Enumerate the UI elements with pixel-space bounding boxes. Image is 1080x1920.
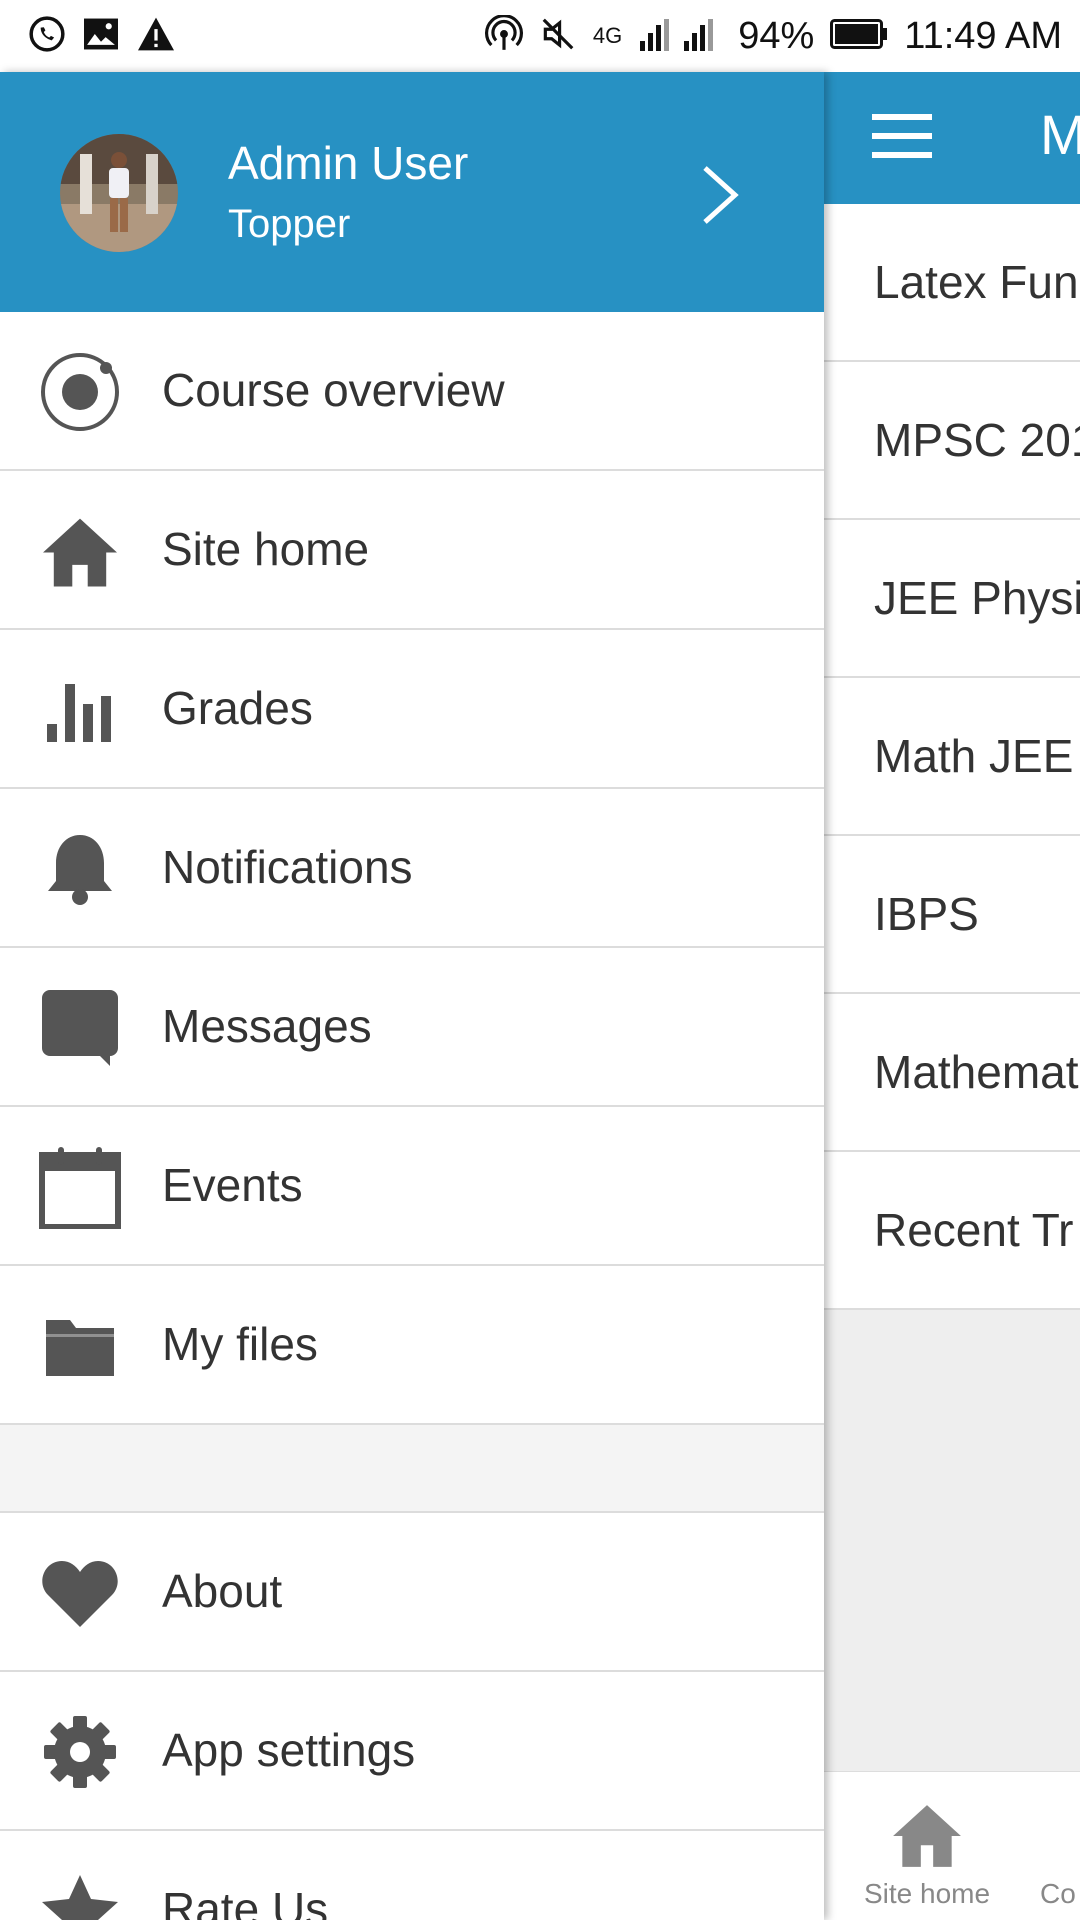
course-item[interactable]: Recent Tr <box>824 1152 1080 1310</box>
course-item[interactable]: MPSC 201 <box>824 362 1080 520</box>
menu-label: Messages <box>162 1000 372 1052</box>
menu-label: Site home <box>162 523 370 575</box>
course-item[interactable]: JEE Physi <box>824 520 1080 678</box>
menu-item-course-overview[interactable]: Course overview <box>0 312 824 471</box>
course-item[interactable]: Mathemat <box>824 994 1080 1152</box>
menu-item-site-home[interactable]: Site home <box>0 471 824 630</box>
home-icon <box>890 1801 964 1878</box>
menu-item-events[interactable]: Events <box>0 1107 824 1266</box>
chevron-right-icon[interactable] <box>700 164 742 231</box>
folder-icon <box>38 1304 122 1388</box>
signal-icon <box>638 17 722 56</box>
tab-label: Co <box>1040 1878 1076 1909</box>
image-icon <box>82 17 120 56</box>
menu-item-my-files[interactable]: My files <box>0 1266 824 1425</box>
side-drawer: Admin User Topper Course overview Site h… <box>0 72 824 1920</box>
star-icon <box>38 1869 122 1920</box>
main-page: M Latex Fun MPSC 201 JEE Physi Math JEE … <box>824 72 1080 1920</box>
menu-label: My files <box>162 1318 318 1370</box>
user-name: Admin User <box>228 137 469 189</box>
grades-icon <box>38 668 122 752</box>
hamburger-menu-icon[interactable] <box>872 114 932 163</box>
warning-icon <box>136 16 176 57</box>
mute-icon <box>539 15 577 58</box>
menu-item-messages[interactable]: Messages <box>0 948 824 1107</box>
heart-icon <box>38 1551 122 1635</box>
menu-separator <box>0 1425 824 1513</box>
menu-item-notifications[interactable]: Notifications <box>0 789 824 948</box>
tab-courses[interactable]: Co <box>1040 1808 1076 1910</box>
menu-label: Events <box>162 1159 303 1211</box>
menu-label: Notifications <box>162 841 413 893</box>
user-role: Topper <box>228 202 351 246</box>
hotspot-icon <box>484 13 523 58</box>
main-toolbar: M <box>824 72 1080 204</box>
message-icon <box>38 986 122 1070</box>
menu-label: Grades <box>162 682 313 734</box>
bottom-tab-bar: Site home Co <box>824 1771 1080 1920</box>
course-item[interactable]: Math JEE <box>824 678 1080 836</box>
menu-label: About <box>162 1565 283 1617</box>
menu-item-app-settings[interactable]: App settings <box>0 1672 824 1831</box>
network-type: 4G <box>592 23 623 48</box>
battery-icon <box>830 18 888 54</box>
calendar-icon <box>38 1145 122 1229</box>
status-left <box>28 15 176 58</box>
home-icon <box>38 509 122 593</box>
drawer-header[interactable]: Admin User Topper <box>0 72 824 312</box>
clock: 11:49 AM <box>904 14 1062 57</box>
status-bar: 4G 94% 11:49 AM <box>0 0 1080 72</box>
menu-label: Rate Us <box>162 1883 329 1920</box>
battery-percent: 94% <box>738 14 815 57</box>
drawer-menu: Course overview Site home Grades Notific… <box>0 312 824 1920</box>
bell-icon <box>38 827 122 911</box>
tab-site-home[interactable]: Site home <box>864 1801 990 1910</box>
menu-label: App settings <box>162 1724 416 1776</box>
page-title: M <box>1040 103 1080 166</box>
avatar[interactable] <box>60 134 178 252</box>
gear-icon <box>38 1710 122 1794</box>
course-overview-icon <box>38 350 122 434</box>
status-right: 4G 94% 11:49 AM <box>484 13 1062 58</box>
whatsapp-icon <box>28 15 66 58</box>
course-list: Latex Fun MPSC 201 JEE Physi Math JEE IB… <box>824 204 1080 1310</box>
course-item[interactable]: IBPS <box>824 836 1080 994</box>
menu-item-about[interactable]: About <box>0 1513 824 1672</box>
menu-item-grades[interactable]: Grades <box>0 630 824 789</box>
menu-item-rate-us[interactable]: Rate Us <box>0 1831 824 1920</box>
tab-label: Site home <box>864 1878 991 1909</box>
menu-label: Course overview <box>162 364 505 416</box>
course-item[interactable]: Latex Fun <box>824 204 1080 362</box>
